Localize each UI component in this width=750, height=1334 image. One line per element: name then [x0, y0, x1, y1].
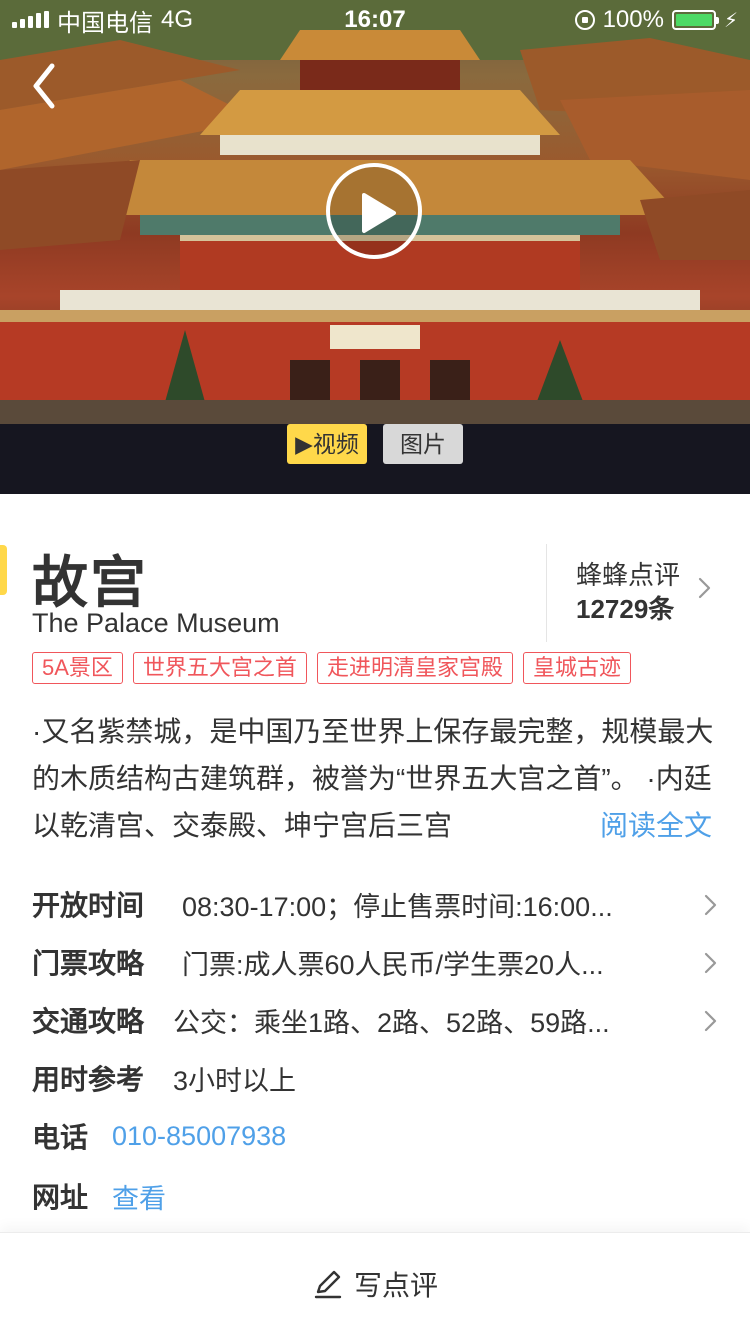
- phone-link[interactable]: 010-85007938: [112, 1121, 286, 1152]
- hero-media[interactable]: 中国电信 4G 16:07 100% ⚡: [0, 0, 750, 424]
- read-more-link[interactable]: 阅读全文: [598, 802, 722, 849]
- chevron-right-icon: [704, 894, 717, 916]
- pencil-icon: [314, 1270, 342, 1298]
- tab-video[interactable]: ▶视频: [287, 424, 367, 464]
- attraction-name-en: The Palace Museum: [32, 608, 280, 638]
- reviews-link[interactable]: 蜂蜂点评 12729条: [576, 558, 726, 630]
- back-button[interactable]: [26, 58, 66, 114]
- vertical-divider: [546, 544, 547, 642]
- info-row-transport[interactable]: 交通攻略 公交：乘坐1路、2路、52路、59路...: [32, 995, 732, 1045]
- write-review-button[interactable]: 写点评: [0, 1232, 750, 1334]
- info-row-hours[interactable]: 开放时间 08:30-17:00；停止售票时间:16:00...: [32, 879, 732, 929]
- tab-photos[interactable]: 图片: [383, 424, 463, 464]
- signal-icon: [12, 11, 49, 28]
- back-chevron-icon: [33, 63, 55, 109]
- carrier-name: 中国电信: [57, 9, 153, 37]
- battery-icon: [671, 10, 719, 30]
- tag[interactable]: 5A景区: [32, 652, 123, 684]
- battery-percent: 100%: [602, 6, 664, 33]
- tag[interactable]: 世界五大宫之首: [132, 652, 307, 684]
- hours-label: 开放时间: [32, 890, 145, 921]
- website-label: 网址: [32, 1182, 89, 1213]
- transport-label: 交通攻略: [32, 1006, 145, 1037]
- phone-label: 电话: [32, 1122, 89, 1153]
- chevron-right-icon: [698, 577, 711, 599]
- write-review-label: 写点评: [353, 1269, 438, 1301]
- play-small-icon: ▶: [295, 431, 313, 457]
- duration-value: 3小时以上: [173, 1065, 297, 1096]
- play-video-button[interactable]: [326, 163, 422, 259]
- info-row-duration: 用时参考 3小时以上: [32, 1053, 732, 1103]
- status-time: 16:07: [344, 6, 406, 33]
- hours-value: 08:30-17:00；停止售票时间:16:00...: [182, 891, 613, 922]
- info-row-phone: 电话 010-85007938: [32, 1111, 732, 1161]
- tab-photos-label: 图片: [400, 431, 446, 457]
- chevron-right-icon: [704, 952, 717, 974]
- ticket-label: 门票攻略: [32, 948, 145, 979]
- tab-video-label: 视频: [312, 431, 359, 457]
- lock-rotation-icon: [574, 10, 595, 30]
- title-accent-bar: [0, 545, 7, 595]
- info-row-tickets[interactable]: 门票攻略 门票:成人票60人民币/学生票20人...: [32, 937, 732, 987]
- transport-value: 公交：乘坐1路、2路、52路、59路...: [173, 1007, 610, 1038]
- network-type: 4G: [161, 6, 194, 33]
- chevron-right-icon: [704, 1010, 717, 1032]
- status-bar: 中国电信 4G 16:07 100% ⚡: [0, 0, 750, 40]
- info-row-website: 网址 查看: [32, 1171, 732, 1221]
- tag[interactable]: 皇城古迹: [522, 652, 631, 684]
- duration-label: 用时参考: [32, 1064, 145, 1095]
- tag-list: 5A景区 世界五大宫之首 走进明清皇家宫殿 皇城古迹: [32, 652, 631, 684]
- tag[interactable]: 走进明清皇家宫殿: [316, 652, 513, 684]
- website-link[interactable]: 查看: [112, 1177, 166, 1216]
- media-tab-bar: ▶视频 图片: [0, 424, 750, 494]
- charging-icon: ⚡: [723, 9, 738, 32]
- ticket-value: 门票:成人票60人民币/学生票20人...: [182, 949, 604, 980]
- play-icon: [362, 193, 396, 233]
- attraction-name-cn: 故宫: [32, 551, 148, 614]
